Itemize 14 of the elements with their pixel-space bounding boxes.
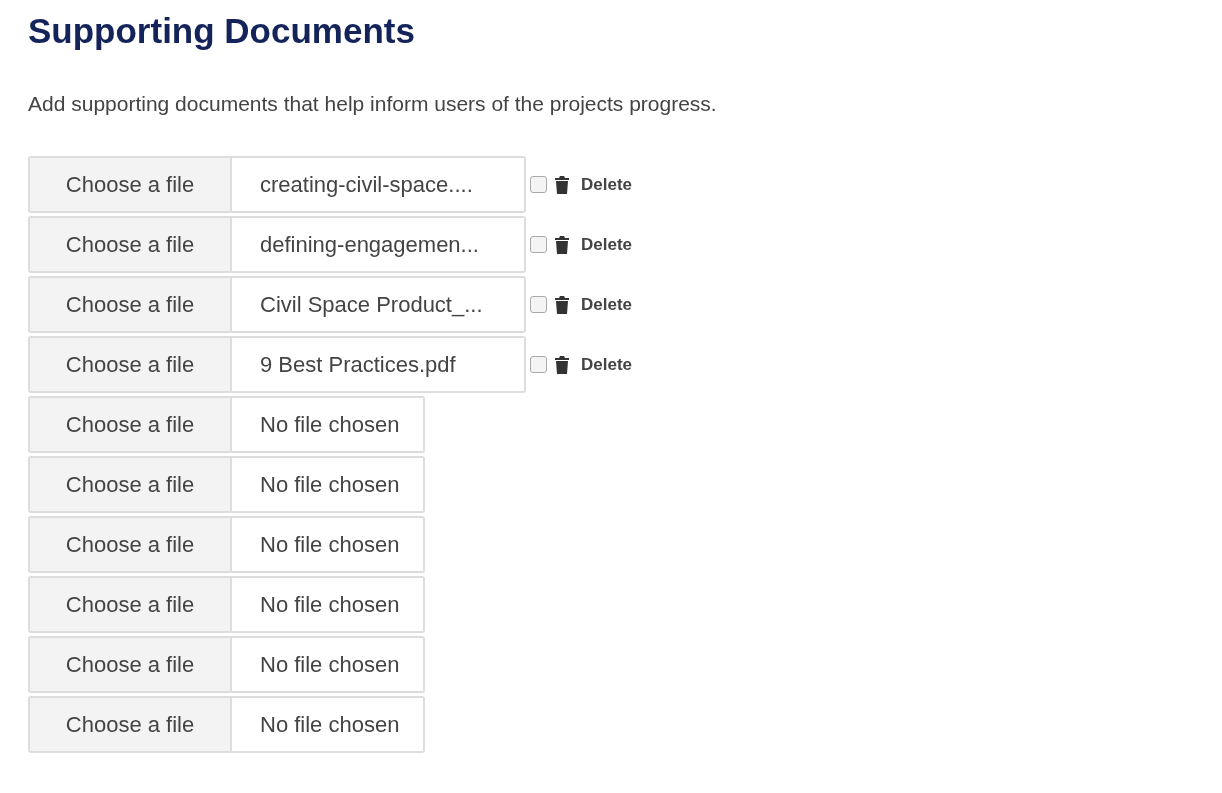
- delete-checkbox[interactable]: [530, 236, 547, 253]
- trash-icon: [555, 175, 569, 194]
- trash-icon: [555, 235, 569, 254]
- delete-checkbox[interactable]: [530, 176, 547, 193]
- page-title: Supporting Documents: [28, 10, 416, 52]
- delete-link[interactable]: Delete: [581, 234, 633, 255]
- delete-link[interactable]: Delete: [581, 354, 633, 375]
- trash-icon: [555, 355, 569, 374]
- trash-icon: [555, 295, 569, 314]
- delete-checkbox[interactable]: [530, 296, 547, 313]
- delete-link[interactable]: Delete: [581, 174, 633, 195]
- description: Add supporting documents that help inform users of the projects progress.: [28, 92, 718, 116]
- delete-checkbox[interactable]: [530, 356, 547, 373]
- delete-link[interactable]: Delete: [581, 294, 633, 315]
